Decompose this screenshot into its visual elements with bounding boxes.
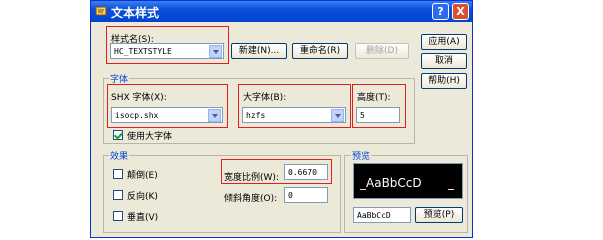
apply-button[interactable]: 应用(A) xyxy=(421,34,467,50)
shx-font-highlight xyxy=(107,84,228,128)
oblique-angle-label: 倾斜角度(O): xyxy=(224,194,278,204)
backwards-checkbox[interactable] xyxy=(113,190,123,200)
window-title: 文本样式 xyxy=(111,6,160,20)
preview-canvas: _AaBbCcD _ xyxy=(353,163,463,199)
delete-style-button[interactable]: 删除(D) xyxy=(355,43,409,59)
new-style-button[interactable]: 新建(N)... xyxy=(231,43,287,59)
app-icon xyxy=(95,6,107,16)
oblique-angle-value: 0 xyxy=(288,191,293,200)
use-big-font-label: 使用大字体 xyxy=(127,132,173,142)
big-font-highlight xyxy=(238,84,351,128)
style-name-highlight xyxy=(106,26,229,64)
oblique-angle-input[interactable]: 0 xyxy=(284,187,328,203)
height-highlight xyxy=(352,84,406,128)
preview-group-label: 预览 xyxy=(351,149,372,162)
close-icon: X xyxy=(456,5,465,18)
help-button[interactable]: 帮助(H) xyxy=(421,73,467,89)
upside-down-checkbox[interactable] xyxy=(113,169,123,179)
text-style-dialog: 文本样式 ? X 样式名(S): HC_TEXTSTYLE 新建(N)... 重… xyxy=(90,0,473,238)
help-title-button[interactable]: ? xyxy=(432,3,449,20)
preview-input-value: AaBbCcD xyxy=(357,211,391,220)
backwards-label: 反向(K) xyxy=(127,192,158,202)
preview-cursor: _ xyxy=(448,176,454,190)
cancel-button[interactable]: 取消 xyxy=(421,53,467,69)
close-button[interactable]: X xyxy=(452,3,469,20)
preview-sample-text: _AaBbCcD xyxy=(360,176,422,190)
help-icon: ? xyxy=(437,5,444,18)
width-factor-highlight xyxy=(221,159,332,184)
preview-text-input[interactable]: AaBbCcD xyxy=(353,207,411,223)
rename-style-button[interactable]: 重命名(R) xyxy=(292,43,348,59)
vertical-label: 垂直(V) xyxy=(127,213,159,223)
effects-group-label: 效果 xyxy=(109,149,130,162)
use-big-font-checkbox[interactable] xyxy=(113,130,123,140)
vertical-checkbox[interactable] xyxy=(113,211,123,221)
upside-down-label: 颠倒(E) xyxy=(127,171,158,181)
title-bar[interactable]: 文本样式 ? X xyxy=(91,1,472,22)
preview-button[interactable]: 预览(P) xyxy=(415,207,463,223)
